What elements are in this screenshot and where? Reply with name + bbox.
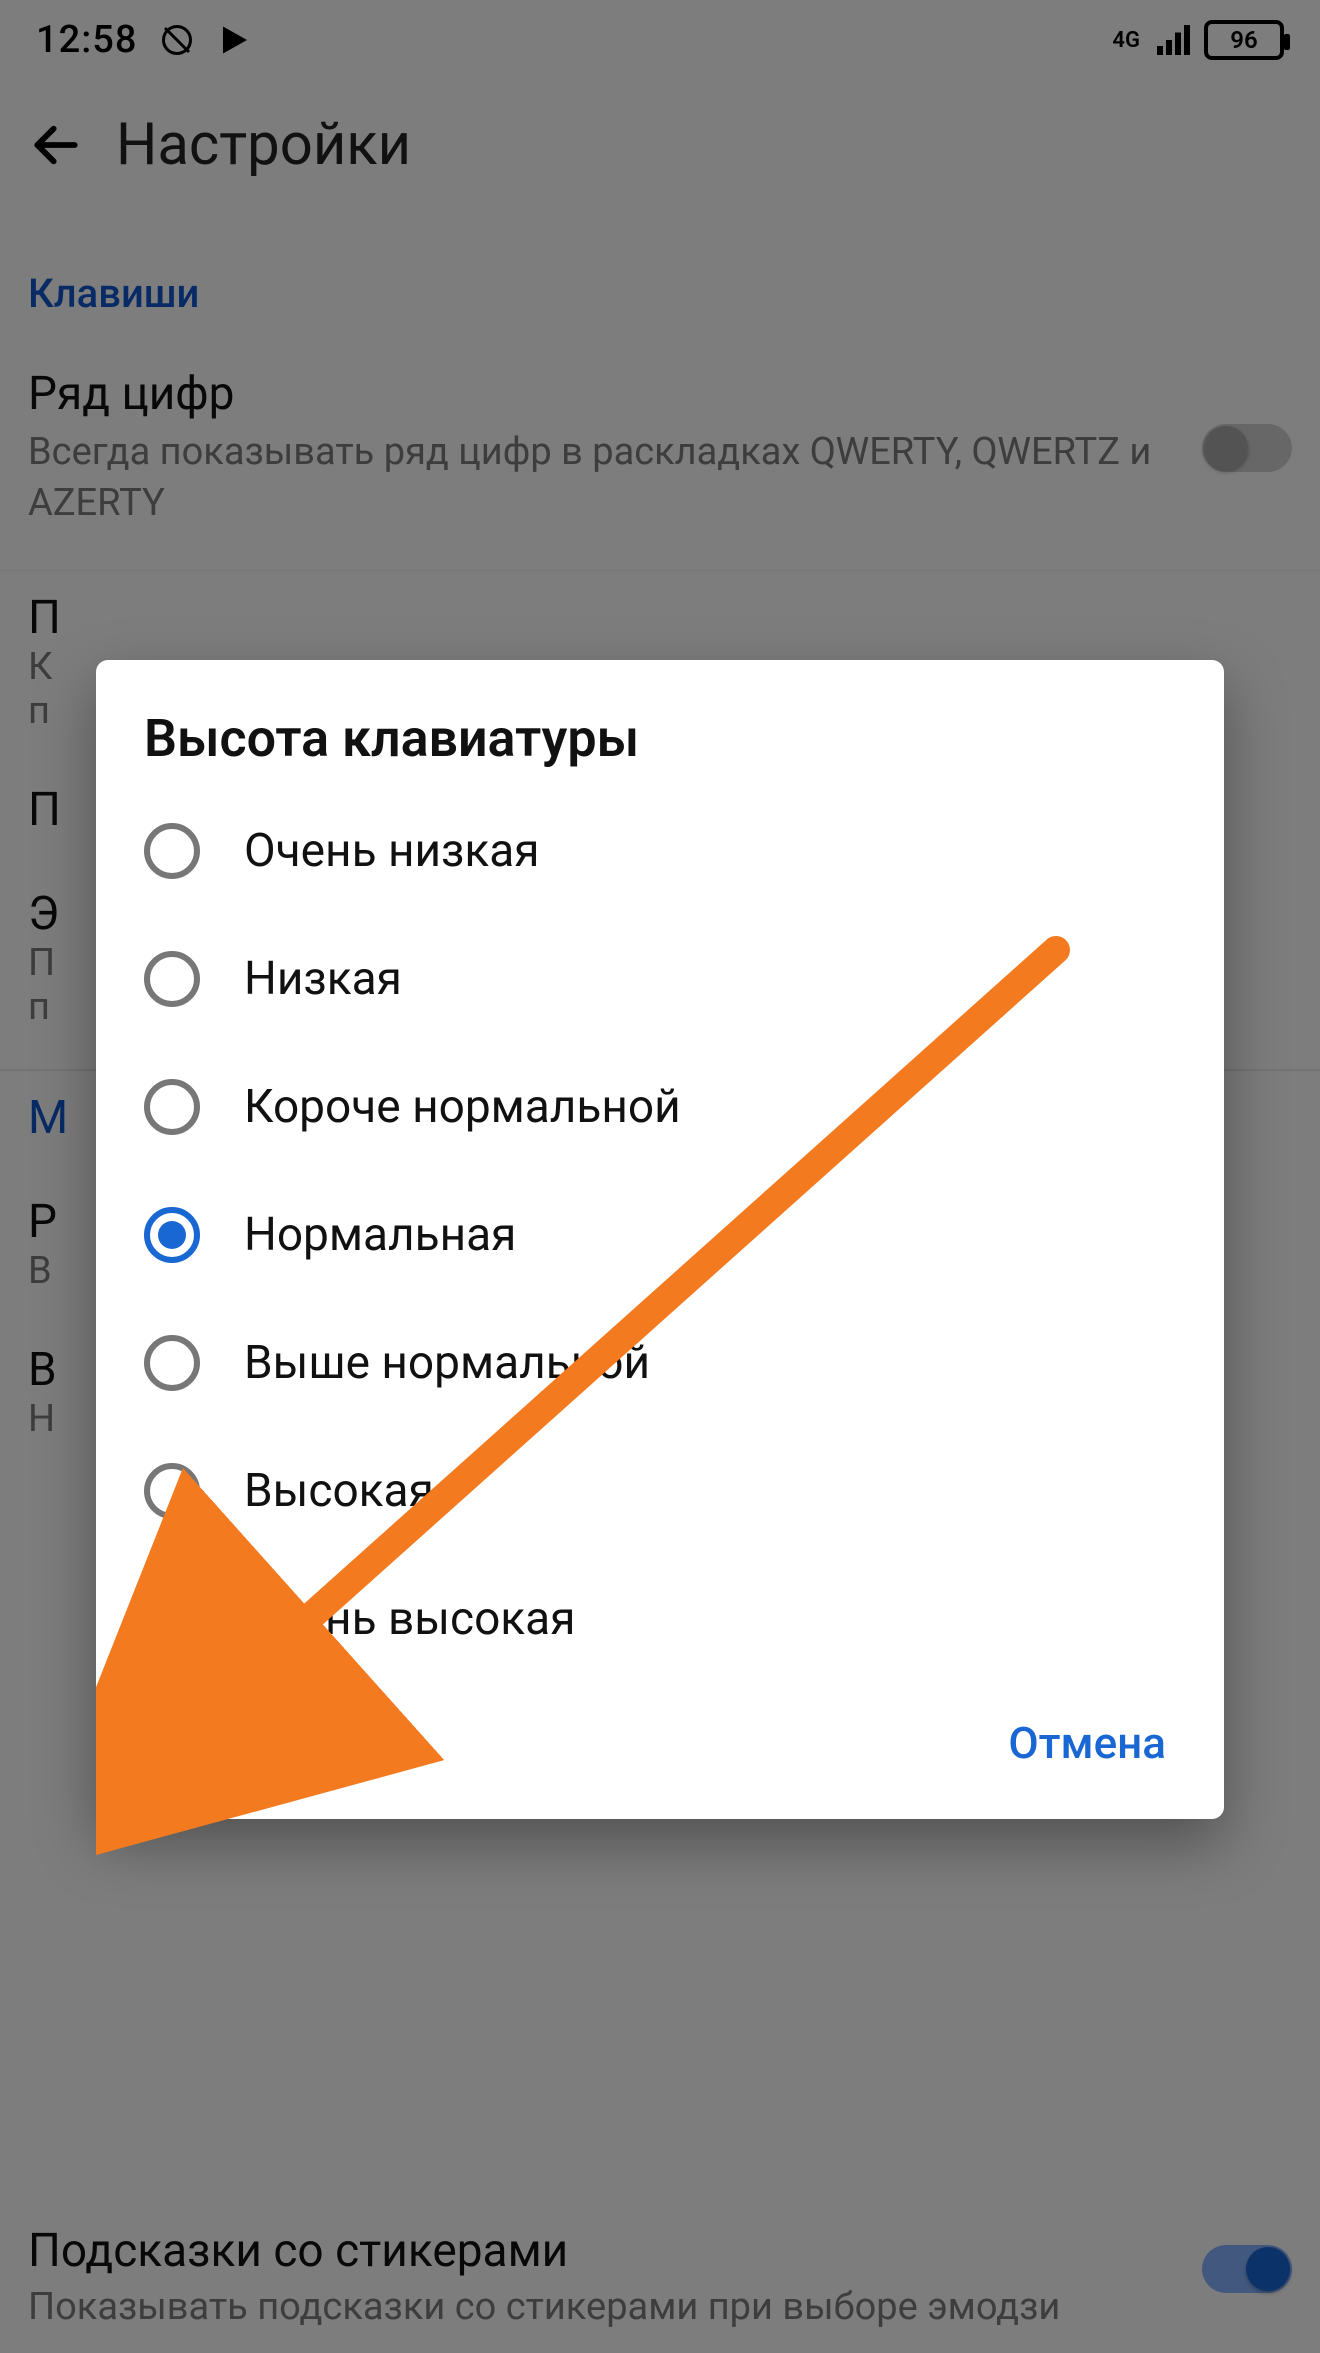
dialog-title: Высота клавиатуры bbox=[96, 708, 1224, 787]
radio-icon-selected bbox=[144, 1207, 200, 1263]
option-very-high[interactable]: Очень высокая bbox=[96, 1555, 1224, 1683]
radio-icon bbox=[144, 1079, 200, 1135]
radio-icon bbox=[144, 951, 200, 1007]
screen: 12:58 4G 96 Настройки bbox=[0, 0, 1320, 2353]
option-shorter-than-normal[interactable]: Короче нормальной bbox=[96, 1043, 1224, 1171]
radio-icon bbox=[144, 1335, 200, 1391]
dialog-options: Очень низкая Низкая Короче нормальной Но… bbox=[96, 787, 1224, 1691]
option-label: Низкая bbox=[244, 952, 402, 1006]
radio-icon bbox=[144, 823, 200, 879]
option-label: Выше нормальной bbox=[244, 1336, 650, 1390]
option-very-low[interactable]: Очень низкая bbox=[96, 787, 1224, 915]
option-label: Высокая bbox=[244, 1464, 434, 1518]
dialog-cancel-button[interactable]: Отмена bbox=[998, 1699, 1176, 1787]
dialog-keyboard-height: Высота клавиатуры Очень низкая Низкая Ко… bbox=[96, 660, 1224, 1819]
dialog-actions: Отмена bbox=[96, 1691, 1224, 1795]
radio-icon bbox=[144, 1591, 200, 1647]
option-label: Нормальная bbox=[244, 1208, 516, 1262]
option-label: Короче нормальной bbox=[244, 1080, 681, 1134]
radio-icon bbox=[144, 1463, 200, 1519]
option-label: Очень высокая bbox=[244, 1592, 575, 1646]
option-low[interactable]: Низкая bbox=[96, 915, 1224, 1043]
option-taller-than-normal[interactable]: Выше нормальной bbox=[96, 1299, 1224, 1427]
option-high[interactable]: Высокая bbox=[96, 1427, 1224, 1555]
option-label: Очень низкая bbox=[244, 824, 540, 878]
option-normal[interactable]: Нормальная bbox=[96, 1171, 1224, 1299]
